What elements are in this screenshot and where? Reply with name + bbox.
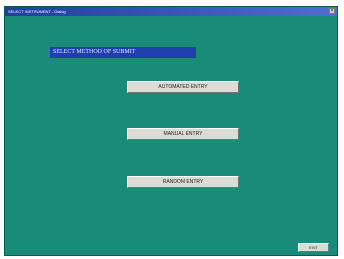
close-icon[interactable]: × (329, 8, 335, 14)
automated-entry-button[interactable]: AUTOMATED ENTRY (127, 81, 239, 93)
window-title: SELECT INSTRUMENT - Dialog (8, 9, 66, 14)
manual-entry-button[interactable]: MANUAL ENTRY (127, 128, 239, 140)
title-bar[interactable]: SELECT INSTRUMENT - Dialog × (5, 7, 337, 16)
random-entry-button[interactable]: RANDOM ENTRY (127, 176, 239, 188)
exit-button[interactable]: EXIT (298, 243, 329, 252)
page-heading: SELECT METHOD OF SUBMIT (50, 47, 196, 58)
main-window: SELECT INSTRUMENT - Dialog × SELECT METH… (4, 6, 338, 256)
